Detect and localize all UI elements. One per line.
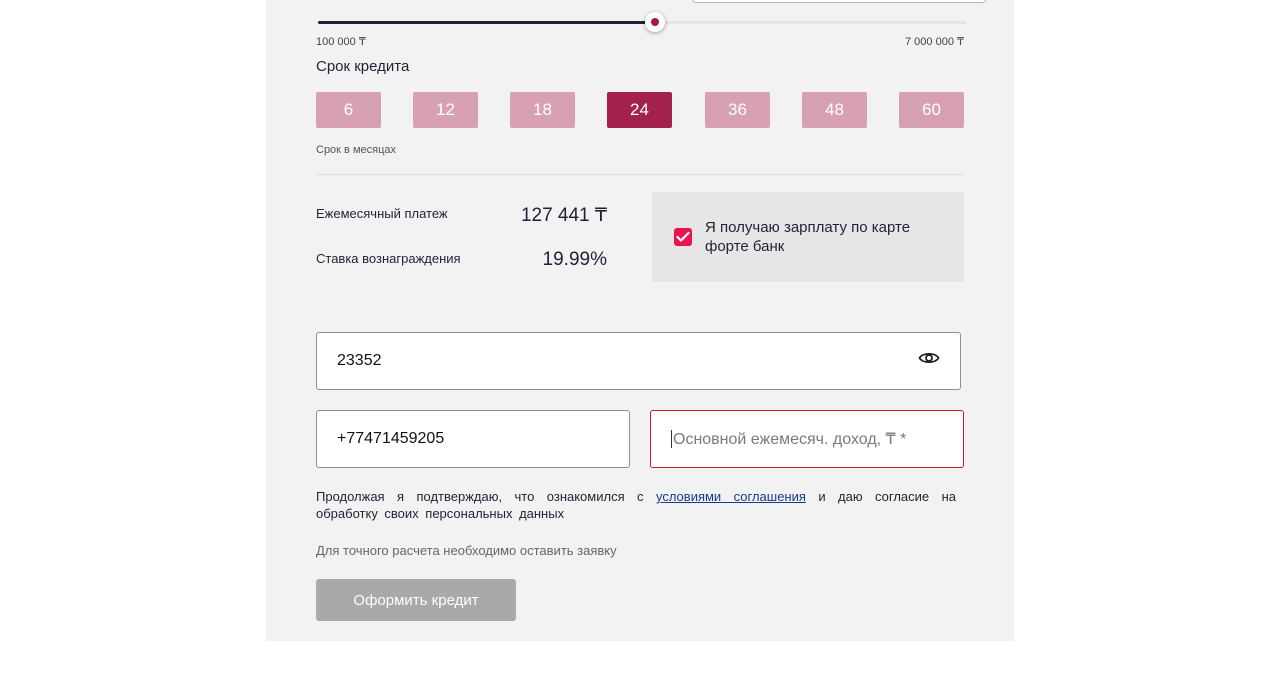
iin-value: 23352 — [337, 352, 382, 369]
checkmark-icon — [676, 231, 690, 242]
consent-text-before: Продолжая я подтверждаю, что ознакомился… — [316, 489, 656, 504]
slider-max-label: 7 000 000 ₸ — [905, 36, 964, 48]
text-cursor — [671, 430, 672, 448]
slider-fill — [318, 21, 655, 24]
term-title: Срок кредита — [316, 58, 410, 75]
apply-credit-button[interactable]: Оформить кредит — [316, 579, 516, 621]
salary-card-checkbox[interactable] — [674, 228, 692, 246]
iin-field[interactable]: 23352 — [316, 332, 961, 390]
consent-text: Продолжая я подтверждаю, что ознакомился… — [316, 488, 956, 522]
slider-min-label: 100 000 ₸ — [316, 36, 366, 48]
loan-amount-input[interactable] — [692, 0, 986, 3]
eye-icon[interactable] — [918, 350, 940, 371]
loan-amount-slider[interactable] — [318, 21, 966, 24]
divider — [316, 174, 964, 175]
term-option-6[interactable]: 6 — [316, 92, 381, 128]
monthly-payment-value: 127 441 ₸ — [520, 205, 607, 226]
slider-thumb[interactable] — [644, 12, 665, 32]
term-option-24[interactable]: 24 — [607, 92, 672, 128]
agreement-link[interactable]: условиями соглашения — [656, 489, 806, 504]
interest-rate-label: Ставка вознаграждения — [316, 251, 461, 266]
term-option-36[interactable]: 36 — [705, 92, 770, 128]
income-field[interactable]: Основной ежемесяч. доход, ₸ * — [650, 410, 964, 468]
term-hint: Срок в месяцах — [316, 144, 397, 156]
term-option-48[interactable]: 48 — [802, 92, 867, 128]
salary-card-label: Я получаю зарплату по карте форте банк — [705, 219, 911, 255]
monthly-payment-label: Ежемесячный платеж — [316, 206, 448, 221]
phone-field[interactable]: +77471459205 — [316, 410, 630, 468]
phone-value: +77471459205 — [337, 430, 445, 447]
term-option-12[interactable]: 12 — [413, 92, 478, 128]
term-option-18[interactable]: 18 — [510, 92, 575, 128]
calculation-note: Для точного расчета необходимо оставить … — [316, 543, 617, 558]
term-option-60[interactable]: 60 — [899, 92, 964, 128]
interest-rate-value: 19.99% — [542, 249, 607, 270]
income-placeholder: Основной ежемесяч. доход, ₸ * — [673, 431, 907, 448]
